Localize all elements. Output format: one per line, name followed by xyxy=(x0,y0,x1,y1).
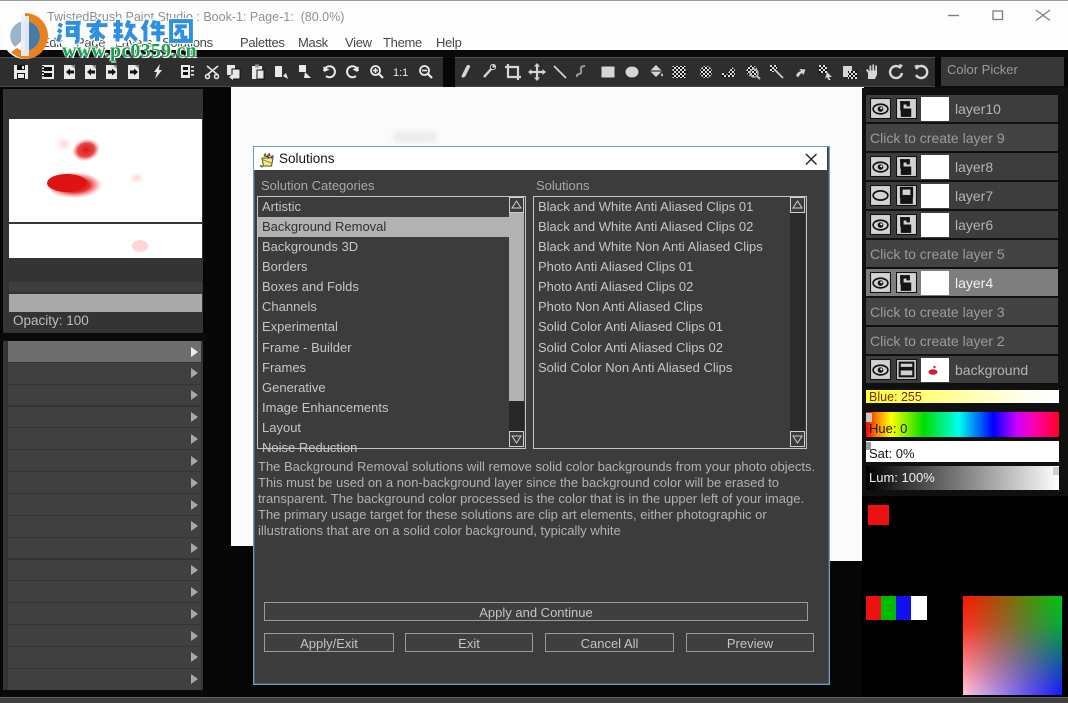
svg-text:1:1: 1:1 xyxy=(393,67,408,79)
